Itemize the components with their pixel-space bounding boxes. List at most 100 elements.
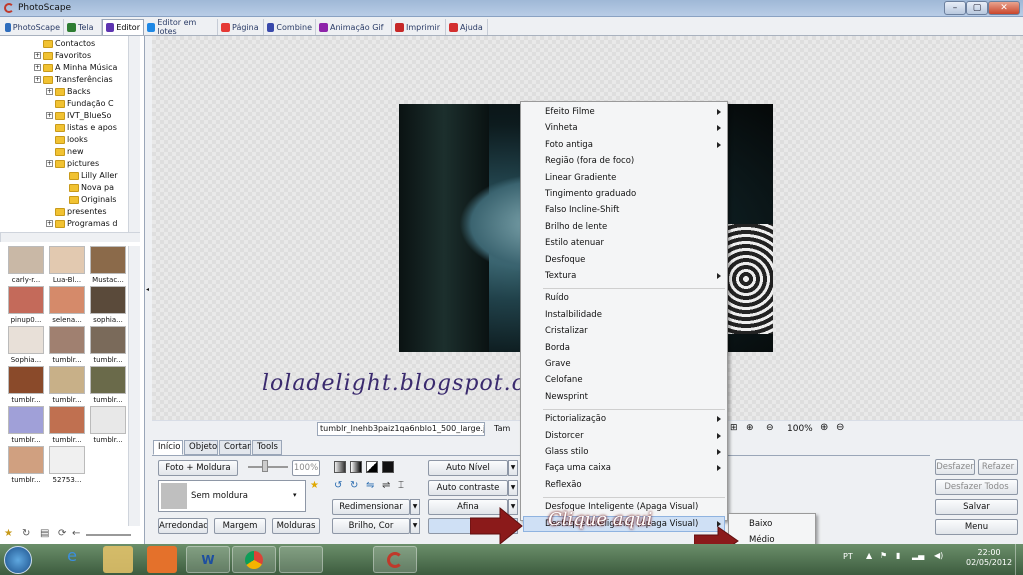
close-button[interactable]: ✕ <box>988 1 1020 15</box>
maximize-button[interactable]: ▢ <box>966 1 988 15</box>
tree-node[interactable]: + Backs <box>46 87 91 96</box>
network-icon[interactable]: ▂▄ <box>912 551 924 560</box>
word-icon[interactable]: W <box>186 546 230 573</box>
tree-node[interactable]: new <box>46 147 84 156</box>
network-app-icon[interactable] <box>279 546 323 573</box>
expand-icon[interactable]: + <box>34 76 41 83</box>
tree-node[interactable]: Originals <box>60 195 116 204</box>
tree-node[interactable]: + IVT_BlueSo <box>46 111 111 120</box>
clock[interactable]: 22:00 02/05/2012 <box>966 548 1012 568</box>
favorite-star-icon[interactable]: ★ <box>310 480 319 491</box>
margem-button[interactable]: Margem <box>214 518 266 534</box>
menu-item-22[interactable]: Glass stilo <box>545 445 588 459</box>
thumbnail-image[interactable] <box>49 366 85 394</box>
thumbnail-image[interactable] <box>49 406 85 434</box>
menu-item-20[interactable]: Pictorialização <box>545 412 606 426</box>
tree-node[interactable]: + Programas d <box>46 219 117 228</box>
refresh-icon[interactable]: ⟳ <box>58 528 66 539</box>
molduras-button[interactable]: Molduras <box>272 518 320 534</box>
menu-item-2[interactable]: Foto antiga <box>545 138 593 152</box>
zoom-out-icon[interactable]: ⊖ <box>836 422 844 433</box>
thumbnail-image[interactable] <box>49 326 85 354</box>
thumbnail-image[interactable] <box>8 326 44 354</box>
folder-icon[interactable]: ▤ <box>40 528 49 539</box>
menu-item-15[interactable]: Borda <box>545 341 570 355</box>
expand-icon[interactable]: + <box>34 52 41 59</box>
tab-3[interactable]: Editor em lotes <box>144 18 218 36</box>
tab-5[interactable]: Combine <box>264 19 316 35</box>
volume-icon[interactable]: ◀) <box>934 551 943 560</box>
brilho-cor-button[interactable]: Brilho, Cor <box>332 518 410 534</box>
tone-4-icon[interactable] <box>382 461 394 473</box>
align-icon[interactable]: ⇌ <box>382 480 390 491</box>
menu-button[interactable]: Menu <box>935 519 1018 535</box>
tray-arrow-icon[interactable]: ▲ <box>866 551 872 560</box>
collapse-arrow-icon[interactable]: ◂ <box>146 286 149 293</box>
folder-app-icon[interactable] <box>326 546 370 573</box>
minimize-button[interactable]: – <box>944 1 966 15</box>
tree-node[interactable]: + pictures <box>46 159 99 168</box>
battery-icon[interactable]: ▮ <box>896 551 900 560</box>
media-player-icon[interactable] <box>147 546 177 573</box>
tree-node[interactable]: listas e apos <box>46 123 117 132</box>
menu-item-8[interactable]: Estilo atenuar <box>545 236 604 250</box>
tree-node[interactable]: + Transferências <box>34 75 113 84</box>
menu-item-12[interactable]: Ruído <box>545 291 569 305</box>
submenu-item-0[interactable]: Baixo <box>749 517 772 531</box>
menu-item-1[interactable]: Vinheta <box>545 121 578 135</box>
menu-item-0[interactable]: Efeito Filme <box>545 105 595 119</box>
tab-2[interactable]: Editor <box>102 19 144 35</box>
tone-1-icon[interactable] <box>334 461 346 473</box>
ie-icon[interactable]: e <box>50 546 94 573</box>
thumbnail-image[interactable] <box>8 246 44 274</box>
foto-moldura-button[interactable]: Foto + Moldura <box>158 460 238 476</box>
tone-3-icon[interactable] <box>366 461 378 473</box>
menu-item-24[interactable]: Reflexão <box>545 478 582 492</box>
tree-node[interactable]: Fundação C <box>46 99 114 108</box>
thumbnail-scrollbar[interactable] <box>128 246 140 526</box>
auto-nivel-button[interactable]: Auto Nível <box>428 460 508 476</box>
redimensionar-dropdown[interactable]: ▼ <box>410 499 420 515</box>
menu-item-23[interactable]: Faça uma caixa <box>545 461 611 475</box>
tree-hscrollbar[interactable] <box>0 232 140 242</box>
menu-item-16[interactable]: Grave <box>545 357 571 371</box>
menu-item-3[interactable]: Região (fora de foco) <box>545 154 634 168</box>
arredondado-button[interactable]: Arredondado <box>158 518 208 534</box>
language-indicator[interactable]: PT <box>843 552 853 561</box>
expand-icon[interactable]: + <box>46 88 53 95</box>
expand-icon[interactable]: + <box>46 220 53 227</box>
menu-item-6[interactable]: Falso Incline-Shift <box>545 203 619 217</box>
zoom-actual-icon[interactable]: ⊖ <box>766 423 774 433</box>
flag-icon[interactable]: ⚑ <box>880 551 887 560</box>
back-icon[interactable]: ← <box>72 528 80 539</box>
photoscape-taskbar-icon[interactable] <box>373 546 417 573</box>
frame-selector[interactable]: Sem moldura ▾ <box>158 480 306 512</box>
rotate-left-icon[interactable]: ↺ <box>334 480 342 491</box>
toolbox-tab-3[interactable]: Tools <box>252 440 282 455</box>
menu-item-13[interactable]: Instalbilidade <box>545 308 602 322</box>
menu-item-10[interactable]: Textura <box>545 269 576 283</box>
auto-nivel-dropdown[interactable]: ▼ <box>508 460 518 476</box>
toolbox-tab-1[interactable]: Objeto <box>184 440 218 455</box>
thumbnail-image[interactable] <box>90 366 126 394</box>
tree-node[interactable]: looks <box>46 135 88 144</box>
thumbnail-image[interactable] <box>90 246 126 274</box>
explorer-icon[interactable] <box>103 546 133 573</box>
zoom-fit-icon[interactable]: ⊕ <box>746 423 754 433</box>
auto-contraste-dropdown[interactable]: ▼ <box>508 480 518 496</box>
show-desktop-button[interactable] <box>1015 544 1023 575</box>
thumbnail-image[interactable] <box>90 326 126 354</box>
straighten-icon[interactable]: ⌶ <box>398 480 404 491</box>
tab-0[interactable]: PhotoScape <box>2 19 64 35</box>
salvar-button[interactable]: Salvar <box>935 499 1018 515</box>
rotate-right-icon[interactable]: ↻ <box>350 480 358 491</box>
toolbox-tab-0[interactable]: Início <box>153 440 183 455</box>
frame-slider[interactable] <box>248 466 288 468</box>
menu-item-17[interactable]: Celofane <box>545 373 583 387</box>
tab-4[interactable]: Página <box>218 19 264 35</box>
tab-1[interactable]: Tela <box>64 19 102 35</box>
menu-item-9[interactable]: Desfoque <box>545 253 585 267</box>
thumbnail-image[interactable] <box>8 446 44 474</box>
brilho-cor-dropdown[interactable]: ▼ <box>410 518 420 534</box>
menu-item-7[interactable]: Brilho de lente <box>545 220 607 234</box>
